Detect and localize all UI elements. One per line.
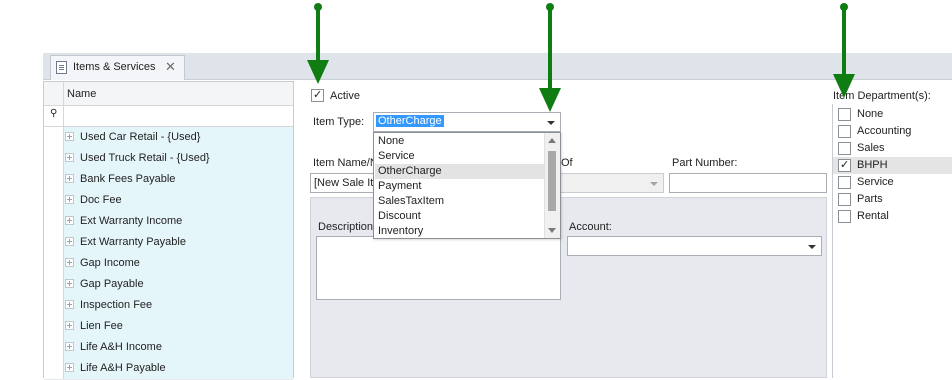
- arrow-down-icon: [833, 3, 855, 98]
- arrow-down-icon: [539, 3, 561, 112]
- arrow-down-icon: [307, 3, 329, 84]
- annotation-arrows: [307, 3, 855, 112]
